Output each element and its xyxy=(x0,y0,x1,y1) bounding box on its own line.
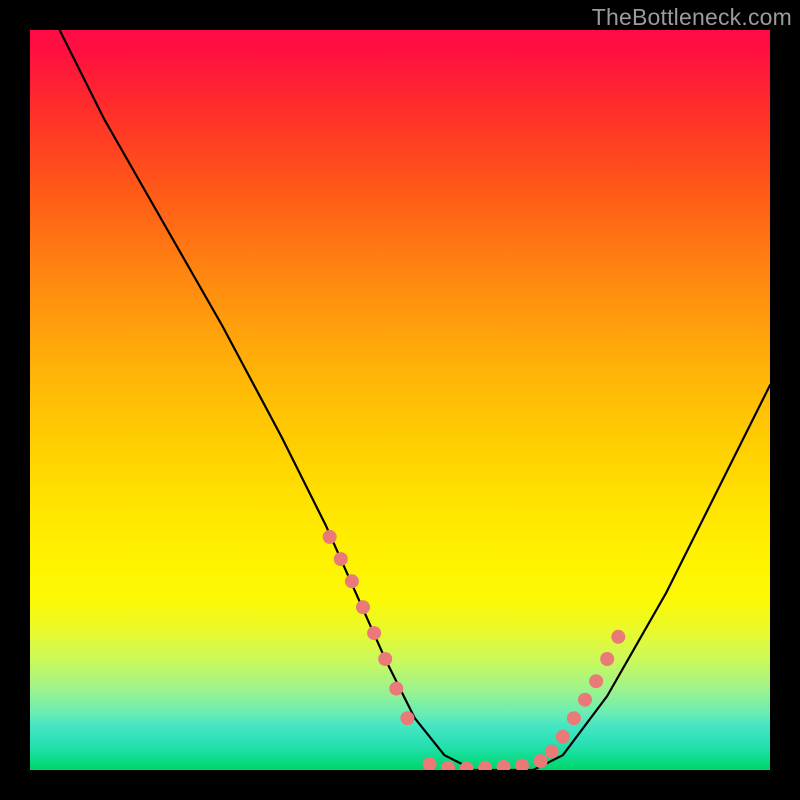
plot-area xyxy=(30,30,770,770)
heat-gradient-background xyxy=(30,30,770,770)
chart-frame xyxy=(30,30,770,770)
watermark-text: TheBottleneck.com xyxy=(592,4,792,31)
